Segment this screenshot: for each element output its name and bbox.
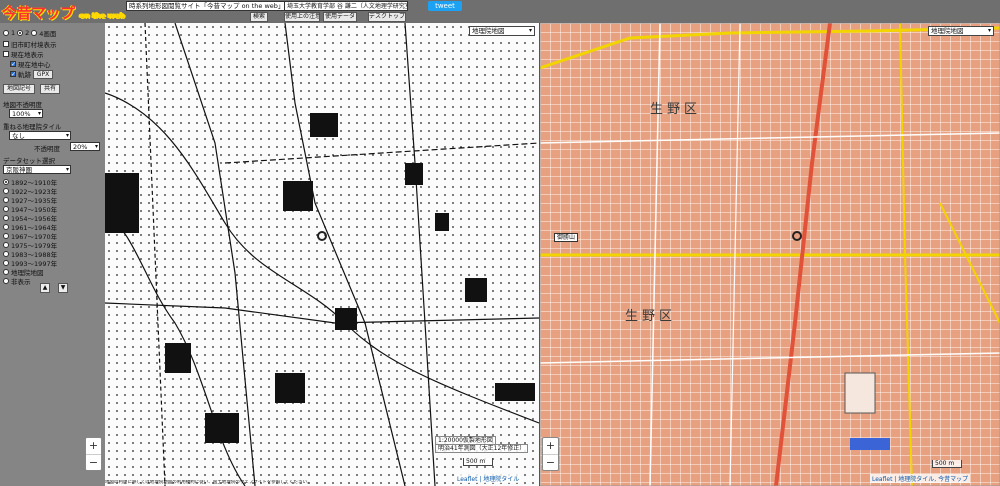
- local-road: [540, 132, 1000, 144]
- pane-label-4: 4画面: [39, 30, 57, 38]
- station-label: 御勝山: [554, 233, 579, 242]
- overlay-opacity-select[interactable]: 20%: [70, 142, 100, 151]
- desktop-version-button[interactable]: デスクトップ版: [368, 12, 406, 22]
- boundary-line: [224, 142, 539, 164]
- settlement-blocks: [105, 113, 535, 443]
- data-used-button[interactable]: 使用データ: [323, 12, 357, 22]
- modern-map-drawing: [540, 23, 1000, 486]
- usage-notes-button[interactable]: 使用上の注意: [284, 12, 320, 22]
- period-radio[interactable]: [3, 188, 9, 194]
- major-road: [939, 202, 1000, 324]
- map-center-crosshair: [792, 231, 802, 241]
- period-down-button[interactable]: ▼: [58, 283, 68, 293]
- left-map-selector[interactable]: 地理院地図: [469, 26, 535, 36]
- settlement-block: [205, 413, 239, 443]
- track-label: 軌跡: [18, 71, 31, 79]
- road-line: [284, 23, 406, 486]
- center-checkbox[interactable]: ✓: [10, 61, 16, 68]
- overlay-label: 重ねる地理院タイル: [3, 123, 62, 131]
- period-radio[interactable]: [3, 269, 9, 275]
- boundary-line: [144, 23, 166, 486]
- opacity-label: 地図不透明度: [3, 101, 42, 109]
- period-radio[interactable]: [3, 260, 9, 266]
- footer-note: 地図の利用に際しては地理院地図の利用規約に従い、国土地理院のウェブサイトを参照し…: [105, 480, 312, 485]
- overlay-opacity-label: 不透明度: [34, 145, 60, 153]
- period-radio[interactable]: [3, 224, 9, 230]
- period-radio[interactable]: [3, 197, 9, 203]
- right-scale-bar: 500 m: [932, 460, 962, 468]
- site-title: 時系列地形図閲覧サイト「今昔マップ on the web」: [126, 1, 286, 11]
- zoom-out-button[interactable]: −: [543, 454, 558, 470]
- zoom-in-button[interactable]: +: [543, 438, 558, 454]
- pane-radio-4[interactable]: [31, 30, 38, 36]
- gpx-button[interactable]: GPX: [33, 69, 53, 79]
- overlay-select[interactable]: なし: [9, 131, 71, 140]
- settlement-block: [283, 181, 313, 211]
- period-label: 非表示: [11, 278, 31, 286]
- old-map-pane[interactable]: 地理院地図 1:20000仮製地形図 明治41年測図（大正12年修正） 500 …: [105, 23, 539, 486]
- period-radio[interactable]: [3, 242, 9, 248]
- period-radio[interactable]: [3, 179, 9, 185]
- modern-map-pane[interactable]: 生野区 生野区 御勝山 地理院地図 500 m Leaflet | 地理院タイル…: [540, 23, 1000, 486]
- settlement-block: [335, 308, 357, 330]
- road-line: [404, 23, 436, 486]
- ward-label: 生野区: [625, 309, 677, 324]
- period-radio[interactable]: [3, 206, 9, 212]
- left-scale-bar: 500 m: [463, 458, 493, 466]
- period-up-button[interactable]: ▲: [40, 283, 50, 293]
- settlement-block: [435, 213, 449, 231]
- settlement-block: [165, 343, 191, 373]
- left-zoom-control: + −: [85, 437, 102, 471]
- settlement-block: [465, 278, 487, 302]
- local-road: [540, 352, 1000, 364]
- road-line: [105, 302, 539, 324]
- period-radio[interactable]: [3, 215, 9, 221]
- sidebar: 1 2 4画面 旧市町村境表示 現在地表示 ✓ 現在地中心 ✓ 軌跡 GPX 地図記…: [0, 23, 105, 486]
- settlement-block: [405, 163, 423, 185]
- river-line: [105, 92, 539, 424]
- building-blue: [850, 438, 890, 450]
- settlement-block: [275, 373, 305, 403]
- pane-label-2: 2: [25, 29, 30, 37]
- map-symbols-button[interactable]: 地図記号: [3, 84, 35, 94]
- header-bar: 今昔マップ on the web 時系列地形図閲覧サイト「今昔マップ on th…: [0, 0, 1000, 23]
- pane-selector: 1 2 4画面: [3, 28, 56, 38]
- share-button[interactable]: 共有: [40, 84, 60, 94]
- pane-radio-1[interactable]: [3, 30, 9, 36]
- pane-radio-2[interactable]: [17, 30, 24, 36]
- period-radio[interactable]: [3, 251, 9, 257]
- modern-map-roads: [540, 23, 1000, 486]
- period-radio[interactable]: [3, 278, 9, 284]
- boundary-label: 旧市町村境表示: [11, 41, 57, 49]
- old-map-roads: [105, 23, 539, 486]
- zoom-out-button[interactable]: −: [86, 454, 101, 470]
- map-center-crosshair: [317, 231, 327, 241]
- opacity-select[interactable]: 100%: [9, 109, 43, 118]
- settlement-block: [495, 383, 535, 401]
- location-label: 現在地表示: [11, 51, 44, 59]
- settlement-block: [105, 173, 139, 233]
- settlement-block: [310, 113, 338, 137]
- center-label: 現在地中心: [18, 61, 51, 69]
- location-checkbox[interactable]: [3, 51, 9, 57]
- track-checkbox[interactable]: ✓: [10, 71, 16, 78]
- zoom-in-button[interactable]: +: [86, 438, 101, 454]
- dataset-select[interactable]: 京阪神圏: [3, 165, 71, 174]
- dataset-label: データセット選択: [3, 157, 55, 165]
- period-radio[interactable]: [3, 233, 9, 239]
- right-zoom-control: + −: [542, 437, 559, 471]
- site-logo[interactable]: 今昔マップ on the web: [2, 2, 125, 23]
- old-map-drawing: [105, 23, 539, 486]
- old-map-caption-2: 明治41年測図（大正12年修正）: [435, 444, 529, 453]
- author-text: 埼玉大学教育学部 谷 謙二（人文地理学研究室）: [284, 1, 408, 11]
- search-button[interactable]: 検索: [250, 12, 268, 22]
- pane-label-1: 1: [11, 29, 16, 37]
- right-map-selector[interactable]: 地理院地図: [928, 26, 994, 36]
- ward-label: 生野区: [650, 102, 702, 117]
- boundary-checkbox[interactable]: [3, 41, 9, 47]
- school-ground: [844, 372, 876, 414]
- tweet-button[interactable]: tweet: [428, 1, 462, 11]
